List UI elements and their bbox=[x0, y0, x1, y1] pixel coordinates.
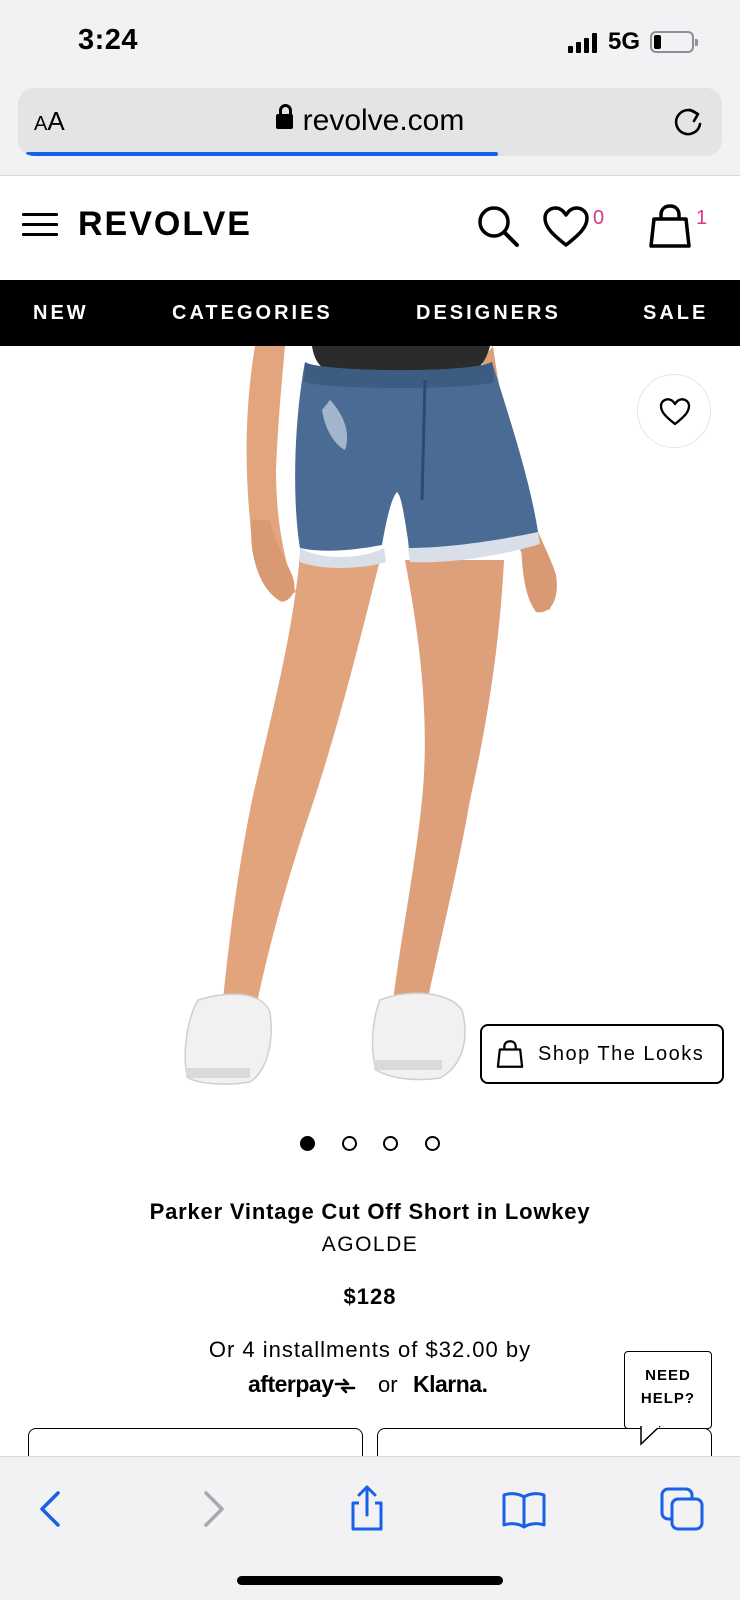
bookmarks-icon[interactable] bbox=[500, 1485, 548, 1533]
pagination-dot[interactable] bbox=[342, 1136, 357, 1151]
payment-providers: afterpay or Klarna. bbox=[248, 1371, 498, 1405]
pagination-dot[interactable] bbox=[300, 1136, 315, 1151]
search-icon[interactable] bbox=[475, 203, 521, 249]
share-icon[interactable] bbox=[343, 1485, 391, 1533]
lock-icon bbox=[275, 104, 293, 129]
heart-icon bbox=[659, 398, 691, 426]
product-price: $128 bbox=[343, 1284, 397, 1309]
nav-new[interactable]: NEW bbox=[33, 302, 89, 325]
product-image[interactable] bbox=[0, 346, 740, 1106]
need-help-button[interactable]: NEED HELP? bbox=[624, 1351, 712, 1429]
payment-or: or bbox=[378, 1372, 398, 1397]
shopping-bag-icon bbox=[496, 1040, 524, 1068]
page-load-progress bbox=[26, 152, 498, 156]
klarna-logo[interactable]: Klarna. bbox=[413, 1371, 488, 1398]
home-indicator[interactable] bbox=[237, 1576, 503, 1585]
product-brand[interactable]: AGOLDE bbox=[0, 1233, 740, 1257]
need-help-line1: NEED bbox=[645, 1367, 691, 1384]
signal-icon bbox=[567, 31, 600, 53]
status-time: 3:24 bbox=[78, 24, 139, 56]
nav-categories[interactable]: CATEGORIES bbox=[172, 302, 333, 325]
url-field[interactable]: AA revolve.com bbox=[18, 88, 722, 156]
url-display[interactable]: revolve.com bbox=[18, 104, 722, 138]
status-bar: 3:24 5G bbox=[0, 0, 740, 84]
add-to-wishlist-button[interactable] bbox=[637, 374, 711, 448]
wishlist-icon[interactable] bbox=[542, 205, 590, 249]
pagination-dot[interactable] bbox=[383, 1136, 398, 1151]
product-name: Parker Vintage Cut Off Short in Lowkey bbox=[149, 1199, 591, 1224]
site-header: REVOLVE 0 1 bbox=[0, 177, 740, 279]
battery-icon bbox=[650, 31, 698, 53]
speech-bubble-tail bbox=[640, 1426, 661, 1446]
menu-icon[interactable] bbox=[22, 213, 58, 239]
bag-count: 1 bbox=[696, 207, 708, 229]
reload-icon[interactable] bbox=[668, 102, 708, 142]
nav-sale[interactable]: SALE bbox=[643, 302, 708, 325]
afterpay-arrows-icon bbox=[335, 1378, 356, 1394]
image-pagination bbox=[300, 1136, 440, 1152]
network-label: 5G bbox=[607, 28, 640, 55]
back-icon[interactable] bbox=[28, 1485, 76, 1533]
browser-address-bar: AA revolve.com bbox=[0, 84, 740, 176]
forward-icon[interactable] bbox=[188, 1485, 236, 1533]
status-indicators: 5G bbox=[567, 28, 698, 56]
shopping-bag-icon[interactable] bbox=[648, 203, 692, 249]
pagination-dot[interactable] bbox=[425, 1136, 440, 1151]
tabs-icon[interactable] bbox=[658, 1485, 706, 1533]
need-help-line2: HELP? bbox=[640, 1390, 696, 1407]
main-nav: NEW CATEGORIES DESIGNERS SALE bbox=[0, 280, 740, 346]
site-logo[interactable]: REVOLVE bbox=[78, 205, 252, 244]
nav-designers[interactable]: DESIGNERS bbox=[416, 302, 561, 325]
afterpay-logo[interactable]: afterpay bbox=[248, 1371, 356, 1398]
battery-level bbox=[654, 35, 661, 49]
page: 3:24 5G AA revolve.com REVOLVE 0 1 NEW C… bbox=[0, 0, 740, 1600]
shop-the-looks-button[interactable]: Shop The Looks bbox=[480, 1024, 724, 1084]
url-text: revolve.com bbox=[302, 104, 465, 137]
shop-the-looks-label: Shop The Looks bbox=[538, 1043, 705, 1065]
wishlist-count: 0 bbox=[593, 207, 605, 229]
